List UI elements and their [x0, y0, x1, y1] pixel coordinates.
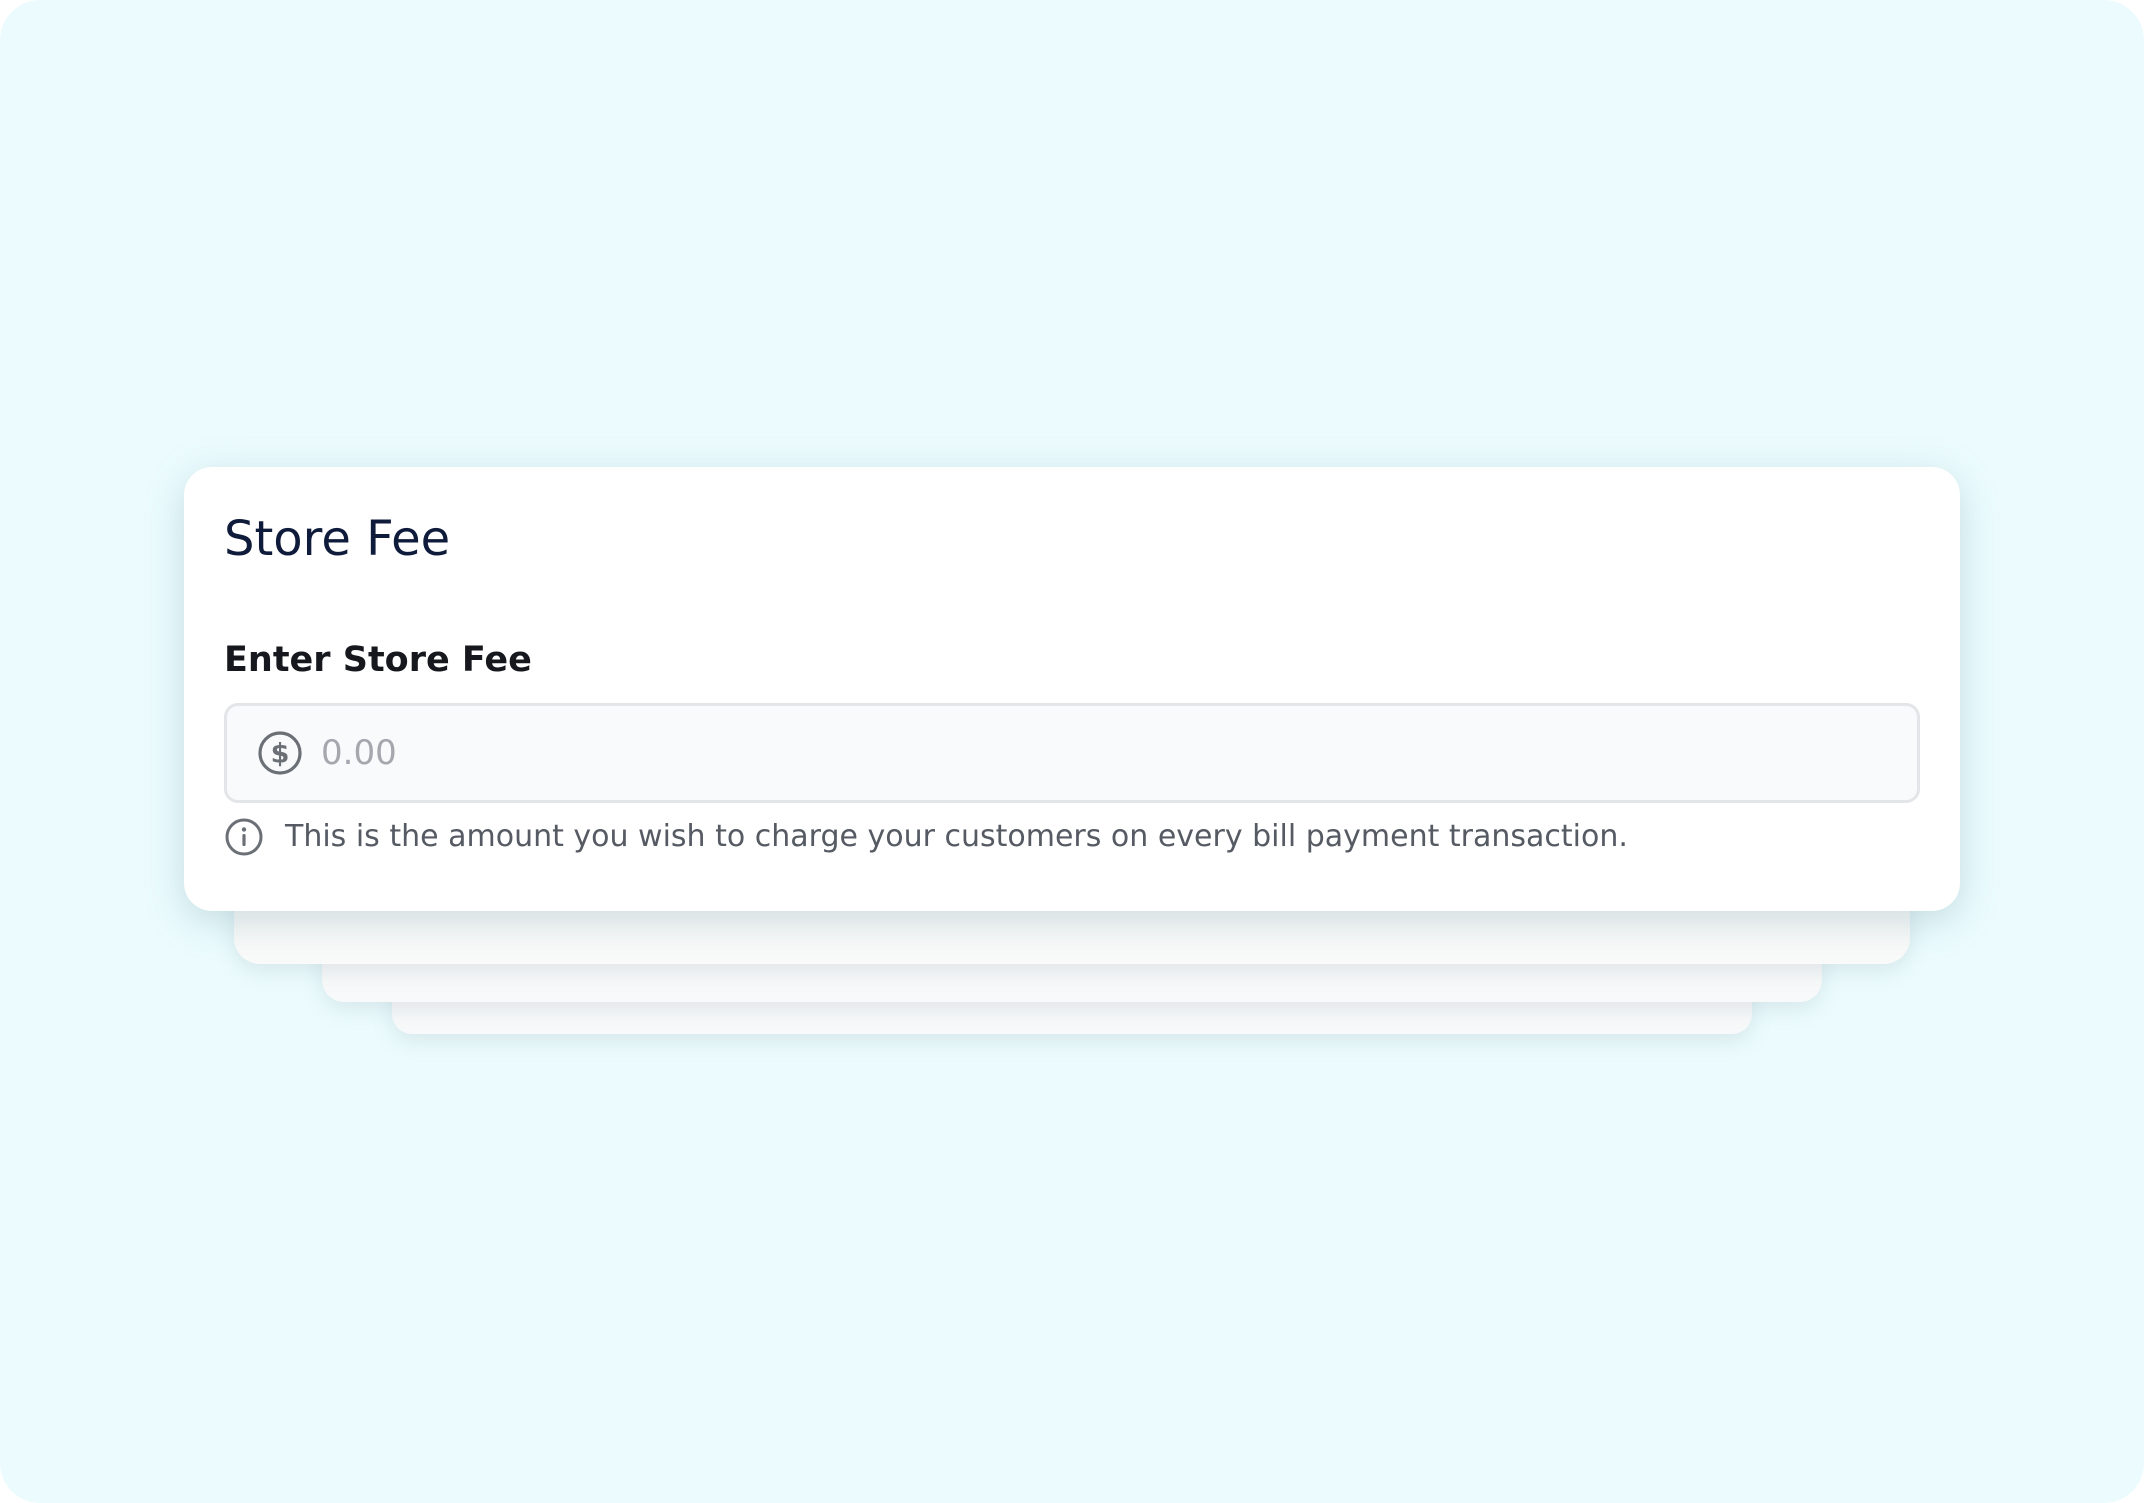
info-circle-icon	[224, 817, 264, 857]
dollar-circle-icon: $	[257, 730, 303, 776]
store-fee-label: Enter Store Fee	[224, 639, 532, 680]
store-fee-input[interactable]	[321, 712, 1917, 793]
card-title: Store Fee	[224, 511, 451, 567]
store-fee-hint: This is the amount you wish to charge yo…	[224, 817, 1920, 857]
hint-text: This is the amount you wish to charge yo…	[285, 818, 1628, 854]
page-background: Store Fee Enter Store Fee $ This is the …	[0, 0, 2144, 1503]
store-fee-card: Store Fee Enter Store Fee $ This is the …	[184, 467, 1960, 911]
svg-text:$: $	[271, 738, 290, 769]
store-fee-input-wrapper[interactable]: $	[224, 702, 1920, 803]
